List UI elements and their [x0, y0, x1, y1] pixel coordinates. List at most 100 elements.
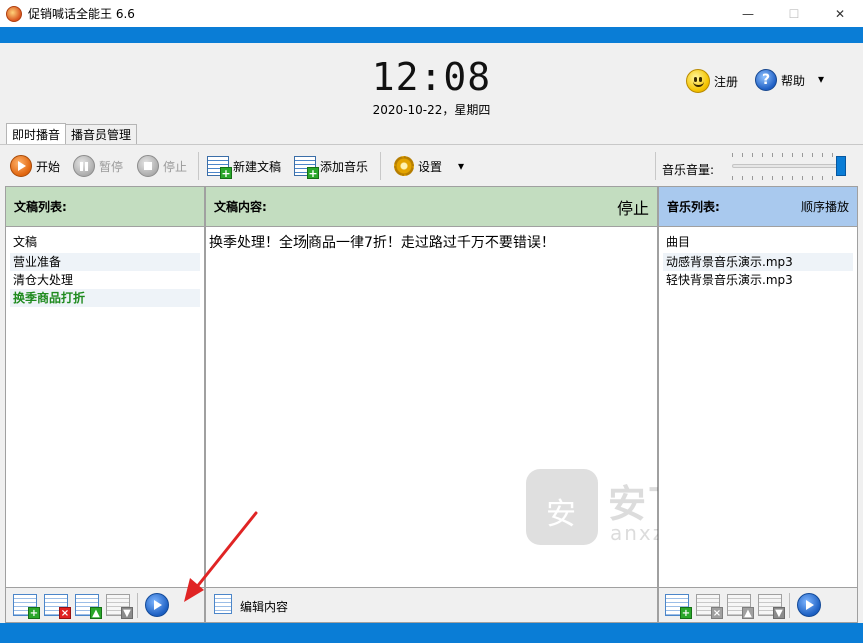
- music-list: 曲目 动感背景音乐演示.mp3 轻快背景音乐演示.mp3: [659, 227, 857, 295]
- content-panel-header: 文稿内容: 停止: [206, 187, 657, 227]
- arrow-up-icon: ▲: [90, 607, 102, 619]
- toolbar-divider: [655, 152, 656, 180]
- plus-icon: +: [680, 607, 692, 619]
- stop-label: 停止: [163, 159, 188, 174]
- arrow-down-icon: ▼: [121, 607, 133, 619]
- register-button[interactable]: 注册: [686, 69, 738, 93]
- move-up-script-button[interactable]: ▲: [75, 594, 102, 619]
- delete-icon: ×: [59, 607, 71, 619]
- pause-button[interactable]: 暂停: [73, 154, 123, 178]
- settings-dropdown-icon[interactable]: ▾: [458, 154, 464, 178]
- play-icon: [10, 155, 32, 177]
- gear-icon: [394, 156, 414, 176]
- help-label: 帮助: [781, 73, 806, 88]
- stop-button[interactable]: 停止: [137, 154, 187, 178]
- new-script-button[interactable]: + 新建文稿: [207, 154, 282, 179]
- toolbar-divider: [198, 152, 199, 180]
- list-item[interactable]: 清仓大处理: [10, 271, 200, 289]
- music-panel-title: 音乐列表:: [667, 200, 720, 214]
- music-actions-bar: + × ▲ ▼: [658, 588, 858, 623]
- edit-content-button[interactable]: 编辑内容: [240, 598, 288, 615]
- content-actions-bar: 编辑内容: [205, 588, 658, 623]
- content-panel: 文稿内容: 停止 换季处理！全场商品一律7折！走过路过千万不要错误！ 安 安下载…: [205, 186, 726, 588]
- window-controls: — ☐ ✕: [725, 0, 863, 27]
- help-button[interactable]: ? 帮助: [755, 69, 805, 91]
- slider-ticks: [732, 176, 842, 180]
- music-column-header: 曲目: [666, 235, 691, 249]
- music-panel-header: 音乐列表: 顺序播放: [659, 187, 857, 227]
- tab-announcer-management[interactable]: 播音员管理: [65, 124, 138, 144]
- tab-live-broadcast[interactable]: 即时播音: [6, 123, 67, 144]
- music-volume-label: 音乐音量:: [662, 163, 715, 177]
- list-item[interactable]: 营业准备: [10, 253, 200, 271]
- smiley-icon: [686, 69, 710, 93]
- add-music-icon: +: [294, 156, 319, 179]
- scripts-panel-header: 文稿列表:: [6, 187, 204, 227]
- main-tabs: 即时播音 播音员管理: [6, 123, 138, 144]
- plus-icon: +: [28, 607, 40, 619]
- delete-script-button[interactable]: ×: [44, 594, 71, 619]
- settings-label: 设置: [418, 159, 443, 174]
- slider-thumb[interactable]: [836, 156, 846, 176]
- help-dropdown-icon[interactable]: ▾: [818, 72, 824, 86]
- bottom-divider: [789, 593, 790, 618]
- add-music-track-button[interactable]: +: [665, 594, 692, 619]
- scripts-panel: 文稿列表: 文稿 营业准备 清仓大处理 换季商品打折: [5, 186, 205, 588]
- add-music-label: 添加音乐: [320, 159, 369, 174]
- arrow-down-icon: ▼: [773, 607, 785, 619]
- pause-icon: [73, 155, 95, 177]
- list-item[interactable]: 换季商品打折: [10, 289, 200, 307]
- help-icon: ?: [755, 69, 777, 91]
- add-music-button[interactable]: + 添加音乐: [294, 154, 369, 179]
- play-mode-button[interactable]: 顺序播放: [801, 198, 849, 215]
- pause-label: 暂停: [99, 159, 124, 174]
- close-button[interactable]: ✕: [817, 0, 863, 27]
- new-script-label: 新建文稿: [233, 159, 282, 174]
- window-title: 促销喊话全能王 6.6: [28, 7, 135, 21]
- arrow-up-icon: ▲: [742, 607, 754, 619]
- list-item[interactable]: 轻快背景音乐演示.mp3: [663, 271, 853, 289]
- music-panel: 音乐列表: 顺序播放 曲目 动感背景音乐演示.mp3 轻快背景音乐演示.mp3: [658, 186, 858, 588]
- music-volume-slider[interactable]: [732, 148, 852, 184]
- app-logo-icon: [6, 5, 22, 22]
- top-accent-strip: [0, 27, 863, 43]
- start-button[interactable]: 开始: [10, 154, 60, 178]
- move-up-music-button[interactable]: ▲: [727, 594, 754, 619]
- list-item[interactable]: 动感背景音乐演示.mp3: [663, 253, 853, 271]
- play-script-button[interactable]: [145, 593, 169, 617]
- scripts-column-header: 文稿: [13, 235, 38, 249]
- playback-status: 停止: [616, 198, 649, 218]
- play-icon: [154, 600, 162, 610]
- delete-icon: ×: [711, 607, 723, 619]
- settings-button[interactable]: 设置: [394, 154, 442, 178]
- bottom-divider: [137, 593, 138, 618]
- play-music-button[interactable]: [797, 593, 821, 617]
- title-bar: 促销喊话全能王 6.6 — ☐ ✕: [0, 0, 863, 27]
- toolbar-divider: [380, 152, 381, 180]
- watermark-logo: 安: [526, 469, 598, 545]
- move-down-script-button[interactable]: ▼: [106, 594, 133, 619]
- edit-content-icon[interactable]: [214, 594, 232, 614]
- move-down-music-button[interactable]: ▼: [758, 594, 785, 619]
- header-area: 12:08 2020-10-22，星期四 注册 ? 帮助 ▾: [0, 43, 863, 125]
- content-text-after-caret: 商品一律7折！走过路过千万不要错误！: [308, 235, 555, 251]
- scripts-actions-bar: + × ▲ ▼: [5, 588, 205, 623]
- bottom-accent-strip: [0, 623, 863, 643]
- content-panel-title: 文稿内容:: [214, 200, 267, 214]
- add-script-button[interactable]: +: [13, 594, 40, 619]
- stop-icon: [137, 155, 159, 177]
- minimize-button[interactable]: —: [725, 0, 771, 27]
- slider-track: [732, 164, 846, 168]
- delete-music-track-button[interactable]: ×: [696, 594, 723, 619]
- scripts-list: 文稿 营业准备 清仓大处理 换季商品打折: [6, 227, 204, 313]
- new-document-icon: +: [207, 156, 232, 179]
- register-label: 注册: [714, 74, 739, 89]
- scripts-panel-title: 文稿列表:: [14, 200, 67, 214]
- slider-ticks: [732, 153, 842, 157]
- start-label: 开始: [36, 159, 61, 174]
- play-icon: [806, 600, 814, 610]
- content-text-before-caret: 换季处理！全场: [209, 235, 307, 251]
- clock-date: 2020-10-22，星期四: [372, 103, 491, 117]
- script-content-editor[interactable]: 换季处理！全场商品一律7折！走过路过千万不要错误！: [206, 227, 657, 257]
- maximize-button[interactable]: ☐: [771, 0, 817, 27]
